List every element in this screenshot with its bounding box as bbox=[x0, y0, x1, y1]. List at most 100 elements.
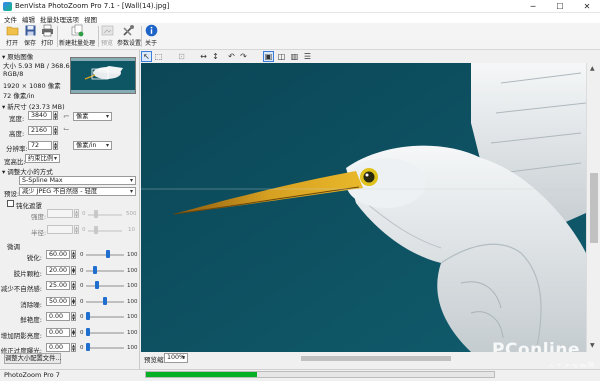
fine-tune-input[interactable]: 20.00 bbox=[46, 265, 70, 275]
pointer-tool-icon[interactable]: ↖ bbox=[141, 51, 152, 62]
fine-tune-max: 100 bbox=[127, 252, 138, 258]
fine-tune-slider-track[interactable] bbox=[86, 254, 124, 256]
fine-tune-input[interactable]: 0.00 bbox=[46, 312, 70, 321]
width-unit-select[interactable]: 像素 bbox=[73, 112, 112, 121]
status-app-name: PhotoZoom Pro 7 bbox=[4, 371, 60, 379]
fine-tune-slider-track[interactable] bbox=[86, 269, 124, 272]
rotate-right-icon[interactable]: ↷ bbox=[238, 51, 249, 62]
resize-method-header[interactable]: 调整大小的方式 bbox=[2, 166, 53, 176]
height-spinner[interactable]: ▲ ▼ bbox=[53, 126, 58, 135]
fine-tune-spinner[interactable]: ▲ ▼ bbox=[71, 327, 76, 337]
fine-tune-min: 0 bbox=[80, 345, 84, 351]
image-preview[interactable] bbox=[141, 63, 586, 352]
resolution-input[interactable]: 72 bbox=[28, 141, 52, 150]
about-button[interactable]: 关于 bbox=[143, 24, 159, 49]
algorithm-select[interactable]: S-Spline Max bbox=[19, 176, 136, 185]
strength-slider-thumb[interactable] bbox=[94, 210, 98, 218]
strength-spinner[interactable]: ▲ ▼ bbox=[74, 209, 79, 218]
width-spinner[interactable]: ▲ ▼ bbox=[53, 111, 58, 120]
fine-tune-min: 0 bbox=[80, 267, 84, 274]
radius-label: 半径: bbox=[31, 229, 47, 237]
flip-vertical-icon[interactable]: ↕ bbox=[210, 51, 221, 62]
close-button[interactable]: ✕ bbox=[574, 0, 600, 13]
scroll-down-icon[interactable]: ▼ bbox=[590, 342, 595, 349]
tools-icon bbox=[122, 25, 134, 36]
width-label: 宽度: bbox=[9, 115, 25, 123]
single-view-icon[interactable]: ▣ bbox=[263, 51, 274, 62]
preview-button[interactable]: 预览 bbox=[99, 24, 115, 49]
fine-tune-input[interactable]: 25.00 bbox=[46, 281, 70, 290]
new-size-header[interactable]: 新尺寸 (23.73 MB) bbox=[2, 101, 64, 111]
fine-tune-slider-thumb[interactable] bbox=[103, 296, 107, 305]
height-input[interactable]: 2160 bbox=[28, 126, 52, 135]
fine-tune-slider-track[interactable] bbox=[86, 331, 124, 334]
preview-toolbar: ↖ ⬚ ⊡ ↔ ↕ ↶ ↷ ▣ ◫ ▥ ☰ bbox=[140, 50, 600, 63]
fine-tune-slider-track[interactable] bbox=[86, 347, 124, 349]
preset-select[interactable]: 减少 JPEG 不自然感 - 轻度 bbox=[19, 187, 136, 196]
fine-tune-slider-thumb[interactable] bbox=[94, 281, 99, 289]
side-by-side-view-icon[interactable]: ▥ bbox=[289, 51, 300, 62]
vertical-scrollbar[interactable]: ▲ ▼ bbox=[586, 63, 600, 352]
floppy-icon bbox=[25, 25, 35, 36]
app-logo-icon bbox=[3, 2, 12, 11]
zoom-select[interactable]: 100% bbox=[164, 353, 188, 363]
fine-tune-spinner[interactable]: ▲ ▼ bbox=[71, 250, 76, 259]
split-view-icon[interactable]: ◫ bbox=[276, 51, 287, 62]
fine-tune-slider-thumb[interactable] bbox=[92, 265, 97, 274]
fine-tune-input[interactable]: 0.00 bbox=[46, 327, 70, 337]
fine-tune-min: 0 bbox=[80, 329, 84, 336]
info-icon bbox=[145, 24, 157, 37]
fine-tune-slider-thumb[interactable] bbox=[86, 327, 90, 336]
crop-select-tool-icon[interactable]: ⬚ bbox=[153, 51, 164, 62]
original-mode: RGB/8 bbox=[3, 70, 24, 78]
progress-fill bbox=[146, 372, 258, 377]
fine-tune-label: 增加阴影亮度: bbox=[0, 331, 42, 340]
height-label: 高度: bbox=[9, 130, 25, 138]
save-preset-button[interactable]: 调整大小配置文件... bbox=[4, 353, 61, 364]
navigator-thumbnail[interactable] bbox=[70, 57, 136, 94]
open-button[interactable]: 打开 bbox=[3, 24, 21, 49]
horizontal-scrollbar[interactable]: 预览缩放: 100% bbox=[141, 352, 586, 364]
width-input[interactable]: 3840 bbox=[28, 111, 52, 120]
fine-tune-label: 胶片颗粒: bbox=[13, 269, 42, 278]
fine-tune-spinner[interactable]: ▲ ▼ bbox=[71, 312, 76, 321]
fine-tune-spinner[interactable]: ▲ ▼ bbox=[71, 265, 76, 275]
resolution-spinner[interactable]: ▲ ▼ bbox=[53, 141, 58, 150]
horizontal-scroll-thumb[interactable] bbox=[301, 356, 451, 361]
fine-tune-min: 0 bbox=[80, 314, 84, 320]
fine-tune-slider-track[interactable] bbox=[86, 316, 124, 318]
scroll-up-icon[interactable]: ▲ bbox=[590, 65, 595, 72]
vertical-scroll-thumb[interactable] bbox=[590, 173, 598, 243]
fine-tune-slider-thumb[interactable] bbox=[106, 250, 111, 258]
fine-tune-spinner[interactable]: ▲ ▼ bbox=[71, 343, 76, 352]
resolution-unit-select[interactable]: 像素/in bbox=[73, 141, 112, 150]
unsharp-checkbox[interactable] bbox=[7, 200, 14, 207]
fine-tune-slider-track[interactable] bbox=[86, 285, 124, 287]
flip-horizontal-icon[interactable]: ↔ bbox=[198, 51, 209, 62]
radius-slider-thumb[interactable] bbox=[94, 226, 98, 234]
strength-min: 0 bbox=[82, 211, 86, 217]
print-button[interactable]: 打印 bbox=[39, 24, 55, 49]
maximize-button[interactable]: ☐ bbox=[547, 0, 573, 13]
radius-spinner[interactable]: ▲ ▼ bbox=[74, 225, 79, 234]
fine-tune-slider-thumb[interactable] bbox=[86, 343, 90, 351]
stacked-view-icon[interactable]: ☰ bbox=[302, 51, 313, 62]
crop-tool-icon[interactable]: ⊡ bbox=[176, 51, 187, 62]
radius-input[interactable] bbox=[47, 225, 73, 234]
fine-tune-input[interactable]: 50.00 bbox=[46, 296, 70, 306]
fine-tune-spinner[interactable]: ▲ ▼ bbox=[71, 281, 76, 290]
strength-input[interactable] bbox=[47, 209, 73, 218]
aspect-select[interactable]: 约束比例 bbox=[25, 154, 60, 163]
egret-preview-image bbox=[141, 63, 586, 352]
fine-tune-spinner[interactable]: ▲ ▼ bbox=[71, 296, 76, 306]
toolbar-divider bbox=[141, 26, 142, 47]
settings-button[interactable]: 参数设置 bbox=[117, 24, 141, 49]
fine-tune-input[interactable]: 0.00 bbox=[46, 343, 70, 352]
rotate-left-icon[interactable]: ↶ bbox=[226, 51, 237, 62]
new-batch-button[interactable]: 新建批量处理 bbox=[58, 24, 96, 49]
save-button[interactable]: 保存 bbox=[22, 24, 38, 49]
resolution-label: 分辨率: bbox=[6, 145, 28, 153]
fine-tune-input[interactable]: 60.00 bbox=[46, 250, 70, 259]
minimize-button[interactable]: ─ bbox=[520, 0, 546, 13]
fine-tune-slider-thumb[interactable] bbox=[86, 312, 90, 320]
